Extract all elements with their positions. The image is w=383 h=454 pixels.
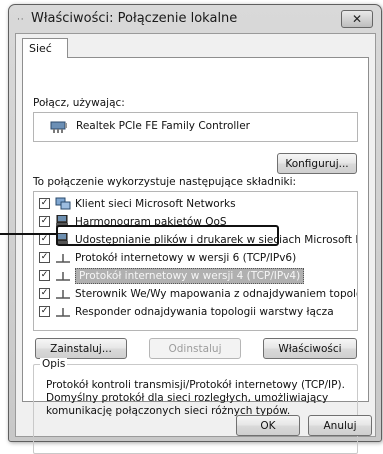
checkbox-qos[interactable]: ✓ — [39, 216, 50, 227]
cancel-button-label: Anuluj — [323, 419, 357, 432]
adapter-name: Realtek PCIe FE Family Controller — [76, 120, 250, 132]
description-text: Protokół kontroli transmisji/Protokół in… — [46, 379, 346, 418]
checkbox-lltd-mapper[interactable]: ✓ — [39, 288, 50, 299]
check-icon: ✓ — [40, 252, 49, 262]
protocol-icon — [56, 254, 70, 263]
properties-button[interactable]: Właściwości — [263, 338, 357, 359]
install-button-label: Zainstaluj... — [50, 342, 112, 355]
checkbox-ms-client[interactable]: ✓ — [39, 198, 50, 209]
window-menu-icon[interactable]: · · — [17, 15, 24, 25]
list-item-qos[interactable]: ✓ Harmonogram pakietów QoS — [36, 213, 355, 230]
list-item-label: Protokół internetowy w wersji 6 (TCP/IPv… — [75, 251, 297, 264]
list-item-label: Responder odnajdywania topologii warstwy… — [75, 305, 334, 318]
install-button[interactable]: Zainstaluj... — [35, 338, 127, 359]
list-item-ipv6[interactable]: ✓ Protokół internetowy w wersji 6 (TCP/I… — [36, 249, 355, 266]
configure-button[interactable]: Konfiguruj... — [277, 153, 357, 174]
description-legend: Opis — [40, 358, 68, 370]
title-bar[interactable]: · · Właściwości: Połączenie lokalne ✕ — [9, 5, 381, 33]
list-item-label: Protokół internetowy w wersji 4 (TCP/IPv… — [75, 267, 305, 284]
list-item-label: Harmonogram pakietów QoS — [75, 215, 227, 228]
list-item-ms-client[interactable]: ✓ Klient sieci Microsoft Networks — [36, 195, 355, 212]
tab-network[interactable]: Sieć — [22, 38, 68, 58]
description-line: Protokół kontroli transmisji/Protokół in… — [46, 379, 345, 391]
tab-network-label: Sieć — [29, 42, 52, 55]
tab-panel: Połącz, używając: Realtek PCIe FE Family… — [22, 57, 369, 454]
service-icon — [56, 233, 68, 245]
connect-using-label: Połącz, używając: — [33, 97, 125, 109]
service-icon — [56, 215, 68, 227]
check-icon: ✓ — [40, 234, 49, 244]
protocol-icon — [56, 308, 70, 317]
properties-button-label: Właściwości — [278, 342, 342, 355]
description-line: komunikację połączonych sieci różnych ty… — [46, 405, 291, 417]
list-item-lltd-mapper[interactable]: ✓ Sterownik We/Wy mapowania z odnajdywan… — [36, 285, 357, 302]
list-item-label: Klient sieci Microsoft Networks — [75, 197, 236, 210]
checkbox-file-printer-sharing[interactable]: ✓ — [39, 234, 50, 245]
checkbox-ipv4[interactable]: ✓ — [39, 270, 50, 281]
close-icon: ✕ — [351, 12, 363, 26]
close-button[interactable]: ✕ — [341, 10, 373, 28]
ok-button[interactable]: OK — [236, 415, 300, 436]
protocol-icon — [56, 272, 70, 281]
check-icon: ✓ — [40, 216, 49, 226]
dialog-client-area: Sieć Połącz, używając: Realtek PCIe FE F… — [15, 33, 376, 454]
callout-line — [0, 233, 57, 235]
configure-button-label: Konfiguruj... — [285, 157, 349, 170]
components-list[interactable]: ✓ Klient sieci Microsoft Networks ✓ Harm… — [33, 191, 358, 331]
list-item-file-printer-sharing[interactable]: ✓ Udostępnianie plików i drukarek w siec… — [36, 231, 357, 248]
adapter-field: Realtek PCIe FE Family Controller — [33, 112, 358, 142]
list-item-lltd-responder[interactable]: ✓ Responder odnajdywania topologii warst… — [36, 303, 355, 320]
cancel-button[interactable]: Anuluj — [308, 415, 372, 436]
list-item-ipv4[interactable]: ✓ Protokół internetowy w wersji 4 (TCP/I… — [36, 267, 355, 284]
ok-button-label: OK — [260, 419, 276, 432]
protocol-icon — [56, 290, 70, 299]
description-group: Opis Protokół kontroli transmisji/Protok… — [33, 358, 358, 454]
description-line: Domyślny protokół dla sieci rozległych, … — [46, 392, 329, 404]
list-item-label: Udostępnianie plików i drukarek w siecia… — [75, 233, 357, 246]
checkbox-ipv6[interactable]: ✓ — [39, 252, 50, 263]
checkbox-lltd-responder[interactable]: ✓ — [39, 306, 50, 317]
check-icon: ✓ — [40, 306, 49, 316]
list-item-label: Sterownik We/Wy mapowania z odnajdywanie… — [75, 287, 357, 300]
check-icon: ✓ — [40, 288, 49, 298]
check-icon: ✓ — [40, 198, 49, 208]
uninstall-button[interactable]: Odinstaluj — [149, 338, 241, 359]
network-adapter-icon — [50, 121, 67, 133]
components-label: To połączenie wykorzystuje następujące s… — [33, 176, 297, 188]
uninstall-button-label: Odinstaluj — [168, 342, 222, 355]
client-network-icon — [55, 197, 71, 210]
check-icon: ✓ — [40, 270, 49, 280]
window-title: Właściwości: Połączenie lokalne — [31, 11, 238, 26]
properties-dialog: · · Właściwości: Połączenie lokalne ✕ Si… — [8, 4, 382, 454]
